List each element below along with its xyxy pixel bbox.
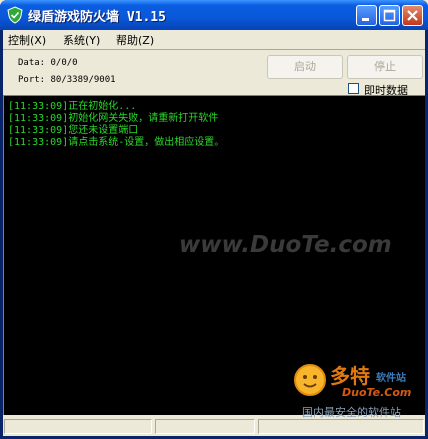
site-name: 多特 (330, 364, 370, 388)
site-name-suffix: 软件站 (376, 373, 406, 384)
site-domain: DuoTe.Com (342, 386, 412, 399)
status-pane-2 (155, 419, 255, 434)
site-slogan: 国内最安全的软件站 (302, 406, 401, 419)
site-logo: 多特 软件站 DuoTe.Com 国内最安全的软件站 (292, 360, 424, 432)
info-panel: Data: 0/0/0 Port: 80/3389/9001 启动 停止 即时数… (3, 49, 425, 97)
menu-help[interactable]: 帮助(Z) (116, 32, 154, 48)
realtime-data-checkbox[interactable] (348, 83, 359, 94)
close-icon (407, 10, 418, 21)
status-pane-1 (4, 419, 152, 434)
menu-control[interactable]: 控制(X) (8, 32, 46, 48)
minimize-icon (362, 18, 369, 21)
realtime-data-option[interactable]: 即时数据 (348, 82, 424, 97)
window-title: 绿盾游戏防火墙 V1.15 (28, 10, 166, 25)
log-line: [11:33:09]请点击系统-设置，做出相应设置。 (8, 137, 225, 148)
maximize-button[interactable] (379, 5, 400, 26)
stop-button[interactable]: 停止 (347, 55, 423, 79)
minimize-button[interactable] (356, 5, 377, 26)
title-bar[interactable]: 绿盾游戏防火墙 V1.15 (0, 0, 428, 30)
app-window: 绿盾游戏防火墙 V1.15 控制(X) 系统(Y) 帮助(Z) Data: 0/… (0, 0, 428, 439)
port-readout: Port: 80/3389/9001 (18, 75, 116, 85)
start-button[interactable]: 启动 (267, 55, 343, 79)
maximize-icon (383, 9, 396, 22)
menu-system[interactable]: 系统(Y) (63, 32, 100, 48)
shield-icon (7, 6, 23, 24)
menu-bar: 控制(X) 系统(Y) 帮助(Z) (3, 30, 425, 48)
data-readout: Data: 0/0/0 (18, 58, 78, 68)
mascot-icon (294, 364, 326, 396)
close-button[interactable] (402, 5, 423, 26)
watermark: www.DuoTe.com (179, 232, 392, 258)
